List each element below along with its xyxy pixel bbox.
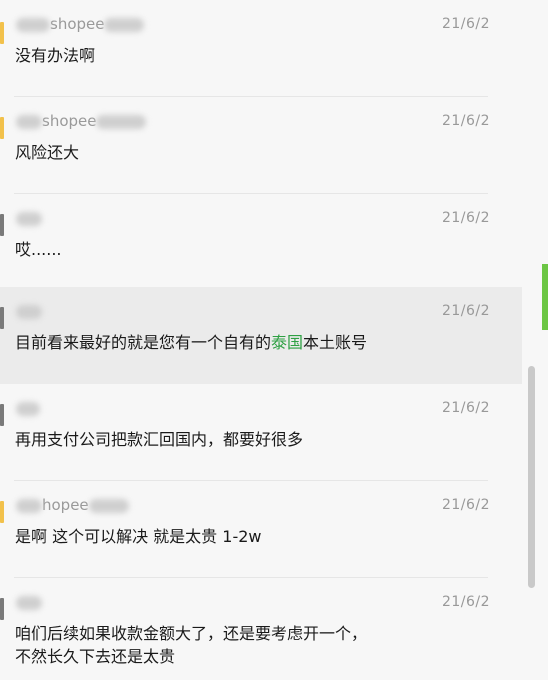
message-text: 是啊 这个可以解决 就是太贵 1-2w (15, 527, 262, 546)
sender-name: shopee (16, 14, 145, 34)
list-item[interactable]: hopee 21/6/2 是啊 这个可以解决 就是太贵 1-2w (0, 481, 522, 578)
side-indicator (542, 264, 548, 330)
list-item[interactable]: 21/6/2 再用支付公司把款汇回国内，都要好很多 (0, 384, 522, 481)
highlight-keyword: 泰国 (271, 333, 304, 352)
message-date: 21/6/2 (441, 16, 490, 32)
list-item[interactable]: 21/6/2 目前看来最好的就是您有一个自有的泰国本土账号 (0, 287, 522, 384)
list-item[interactable]: shopee 21/6/2 风险还大 (0, 97, 522, 194)
avatar[interactable] (0, 214, 4, 236)
message-text: 咱们后续如果收款金额大了，还是要考虑开一个， 不然长久下去还是太贵 (15, 624, 368, 666)
sender-name (16, 398, 40, 418)
message-date: 21/6/2 (441, 210, 490, 226)
message-date: 21/6/2 (441, 594, 490, 610)
message-date: 21/6/2 (441, 303, 490, 319)
sender-name (16, 301, 42, 321)
message-date: 21/6/2 (441, 113, 490, 129)
chat-message-list: shopee 21/6/2 没有办法啊 shopee 21/6/2 风险还大 2… (0, 0, 522, 680)
avatar[interactable] (0, 307, 4, 329)
message-text: 没有办法啊 (15, 46, 96, 65)
message-text: 风险还大 (15, 143, 80, 162)
scrollbar-thumb[interactable] (528, 366, 535, 588)
message-text: 再用支付公司把款汇回国内，都要好很多 (15, 430, 304, 449)
message-text: 目前看来最好的就是您有一个自有的泰国本土账号 (15, 333, 368, 352)
message-text: 哎...... (15, 240, 62, 259)
avatar[interactable] (0, 501, 4, 523)
message-date: 21/6/2 (441, 497, 490, 513)
sender-name: shopee (16, 111, 147, 131)
avatar[interactable] (0, 117, 4, 139)
avatar[interactable] (0, 598, 4, 620)
sender-name: hopee (16, 495, 129, 515)
list-item[interactable]: 21/6/2 哎...... (0, 194, 522, 291)
sender-name (16, 208, 42, 228)
avatar[interactable] (0, 404, 4, 426)
sender-name (16, 592, 42, 612)
list-item[interactable]: 21/6/2 咱们后续如果收款金额大了，还是要考虑开一个， 不然长久下去还是太贵 (0, 578, 522, 680)
avatar[interactable] (0, 22, 4, 44)
message-date: 21/6/2 (441, 400, 490, 416)
list-item[interactable]: shopee 21/6/2 没有办法啊 (0, 0, 522, 97)
